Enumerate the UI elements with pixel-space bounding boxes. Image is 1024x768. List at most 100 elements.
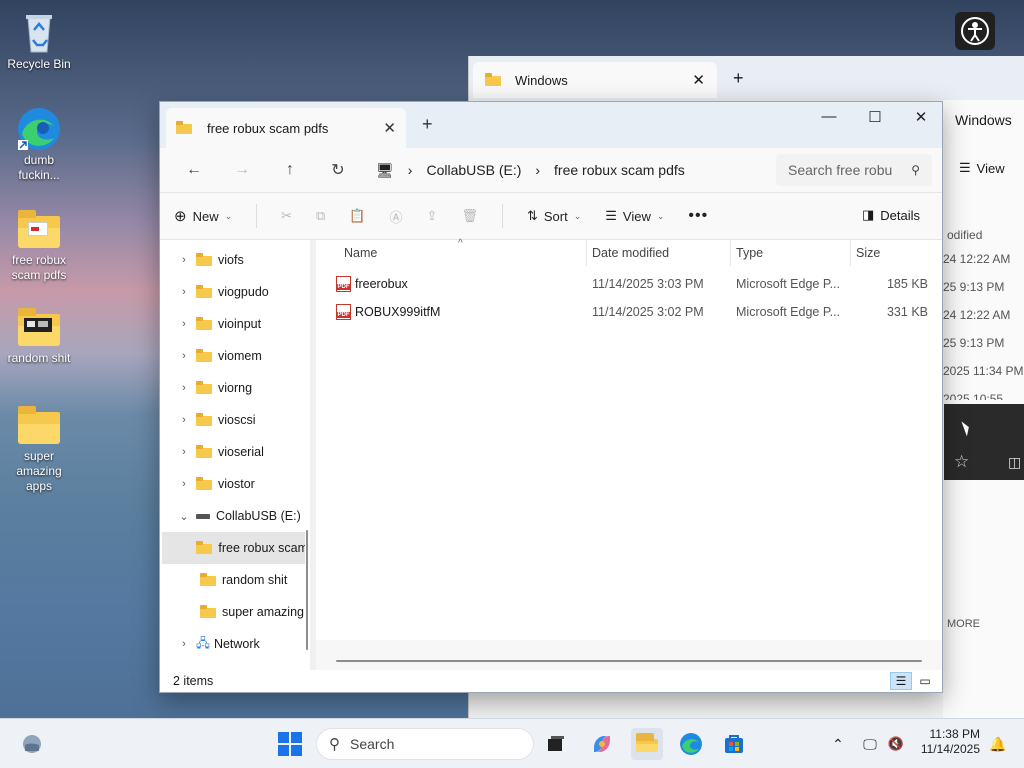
nav-item-vioscsi[interactable]: › vioscsi [160, 404, 310, 436]
up-button[interactable]: ↑ [266, 161, 314, 179]
notifications-icon[interactable]: 🔔 [982, 728, 1014, 760]
nav-scrollbar[interactable] [305, 240, 309, 670]
desktop-icon-edge-shortcut[interactable]: dumb fuckin... [1, 106, 77, 183]
column-date-modified[interactable]: Date modified [592, 246, 669, 260]
desktop-icon-recycle-bin[interactable]: Recycle Bin [1, 10, 77, 72]
refresh-button[interactable]: ↻ [314, 160, 362, 180]
chevron-right-icon[interactable]: › [172, 286, 196, 298]
accessibility-icon[interactable] [955, 12, 995, 50]
cut-button[interactable]: ✂ [281, 208, 292, 224]
more-options-button[interactable]: ••• [688, 207, 708, 225]
nav-item-collabusb[interactable]: ⌄ CollabUSB (E:) [160, 500, 310, 532]
taskbar-search[interactable]: ⚲ Search [316, 728, 534, 760]
store-icon[interactable] [718, 728, 750, 760]
tiles-view-icon[interactable]: ▭ [914, 672, 936, 690]
new-tab-button[interactable]: + [422, 114, 433, 135]
horizontal-scrollbar[interactable] [336, 660, 922, 662]
nav-item-super-amazing[interactable]: super amazing [160, 596, 310, 628]
chevron-right-icon[interactable]: › [172, 414, 196, 426]
column-type[interactable]: Type [736, 246, 763, 260]
details-view-icon[interactable]: ☰ [890, 672, 912, 690]
background-date-2: 25 9:13 PM [943, 280, 1005, 294]
book-icon[interactable]: ◫ [1008, 454, 1021, 471]
sort-button[interactable]: ⇅ Sort ⌄ [527, 208, 581, 224]
nav-item-vioinput[interactable]: › vioinput [160, 308, 310, 340]
nav-item-viomem[interactable]: › viomem [160, 340, 310, 372]
column-name[interactable]: Name [344, 246, 377, 260]
background-tabstrip: Windows ✕ + [469, 56, 1024, 100]
nav-item-network[interactable]: › 🖧 Network [160, 628, 310, 660]
nav-item-viofs[interactable]: › viofs [160, 244, 310, 276]
horizontal-scroll-track [316, 640, 942, 670]
folder-icon [196, 285, 212, 298]
edge-taskbar-icon[interactable] [675, 728, 707, 760]
file-explorer-window[interactable]: free robux scam pdfs ✕ + — ☐ ✕ ← → ↑ ↻ 🖥… [159, 101, 943, 693]
file-row[interactable]: ROBUX999itfM 11/14/2025 3:02 PM Microsof… [316, 298, 942, 326]
sort-arrow-icon: ^ [458, 238, 463, 249]
close-window-button[interactable]: ✕ [898, 108, 942, 126]
breadcrumb-drive[interactable]: CollabUSB (E:) [426, 162, 521, 178]
background-date-4: 25 9:13 PM [943, 336, 1005, 350]
widgets-icon[interactable] [16, 728, 48, 760]
star-icon[interactable]: ☆ [954, 452, 969, 472]
volume-muted-icon[interactable]: 🔇 [880, 728, 912, 760]
chevron-right-icon[interactable]: › [172, 478, 196, 490]
chevron-right-icon[interactable]: › [172, 254, 196, 266]
background-view-button[interactable]: ☰ View [959, 160, 1005, 176]
maximize-button[interactable]: ☐ [852, 108, 898, 126]
task-view-icon[interactable] [540, 728, 572, 760]
copy-button[interactable]: ⧉ [316, 208, 325, 224]
back-button[interactable]: ← [170, 161, 218, 179]
nav-item-viostor[interactable]: › viostor [160, 468, 310, 500]
nav-item-vioserial[interactable]: › vioserial [160, 436, 310, 468]
close-icon[interactable]: ✕ [692, 71, 705, 89]
file-list[interactable]: Name ^ Date modified Type Size freerobux… [310, 238, 942, 670]
new-button[interactable]: ⊕ New ⌄ [174, 207, 232, 225]
desktop-icon-random-shit[interactable]: random shit [1, 304, 77, 366]
nav-item-viorng[interactable]: › viorng [160, 372, 310, 404]
file-size: 185 KB [886, 277, 928, 291]
chevron-right-icon[interactable]: › [172, 638, 196, 650]
file-explorer-taskbar-icon[interactable] [631, 728, 663, 760]
chevron-down-icon[interactable]: ⌄ [172, 510, 196, 523]
chevron-right-icon[interactable]: › [172, 318, 196, 330]
search-icon: ⚲ [911, 163, 920, 177]
computer-icon[interactable]: 🖥 [376, 162, 394, 179]
background-more-link[interactable]: MORE [947, 618, 980, 630]
nav-item-random-shit[interactable]: random shit [160, 564, 310, 596]
explorer-tab[interactable]: free robux scam pdfs ✕ [166, 108, 406, 148]
title-bar: free robux scam pdfs ✕ + — ☐ ✕ [160, 102, 942, 148]
close-tab-icon[interactable]: ✕ [383, 119, 396, 137]
file-name[interactable]: ROBUX999itfM [336, 304, 440, 320]
chevron-right-icon[interactable]: › [172, 446, 196, 458]
system-clock[interactable]: 11:38 PM 11/14/2025 [921, 727, 980, 757]
chevron-right-icon[interactable]: › [172, 350, 196, 362]
breadcrumb-folder[interactable]: free robux scam pdfs [554, 162, 685, 178]
forward-button[interactable]: → [218, 161, 266, 179]
file-row[interactable]: freerobux 11/14/2025 3:03 PM Microsoft E… [316, 270, 942, 298]
minimize-button[interactable]: — [806, 108, 852, 125]
breadcrumb[interactable]: 🖥 › CollabUSB (E:) › free robux scam pdf… [376, 162, 685, 179]
chevron-right-icon[interactable]: › [172, 382, 196, 394]
share-button[interactable]: ⇪ [427, 208, 438, 224]
file-name[interactable]: freerobux [336, 276, 408, 292]
navigation-pane[interactable]: › viofs › viogpudo › vioinput › viomem › vior… [160, 240, 310, 670]
chevron-up-icon[interactable]: ⌃ [822, 728, 854, 760]
recycle-bin-icon [16, 10, 62, 54]
column-size[interactable]: Size [856, 246, 880, 260]
desktop-icon-label: super amazing apps [16, 449, 62, 493]
details-button[interactable]: ◨ Details [862, 207, 920, 223]
desktop-icon-free-robux-scam-pdfs[interactable]: free robux scam pdfs [1, 206, 77, 283]
search-input[interactable]: Search free robu ⚲ [776, 154, 932, 186]
paste-button[interactable]: 📋 [349, 208, 365, 224]
view-button[interactable]: ☰ View ⌄ [605, 208, 664, 224]
copilot-icon[interactable] [586, 728, 618, 760]
nav-item-viogpudo[interactable]: › viogpudo [160, 276, 310, 308]
start-button[interactable] [274, 728, 306, 760]
nav-item-free-robux-scam[interactable]: free robux scam [162, 532, 308, 564]
background-tab[interactable]: Windows ✕ [473, 62, 717, 98]
delete-button[interactable]: 🗑 [461, 208, 478, 224]
rename-button[interactable]: Ⓐ [390, 207, 403, 226]
desktop-icon-super-amazing-apps[interactable]: super amazing apps [1, 402, 77, 494]
new-tab-button[interactable]: + [733, 68, 744, 89]
